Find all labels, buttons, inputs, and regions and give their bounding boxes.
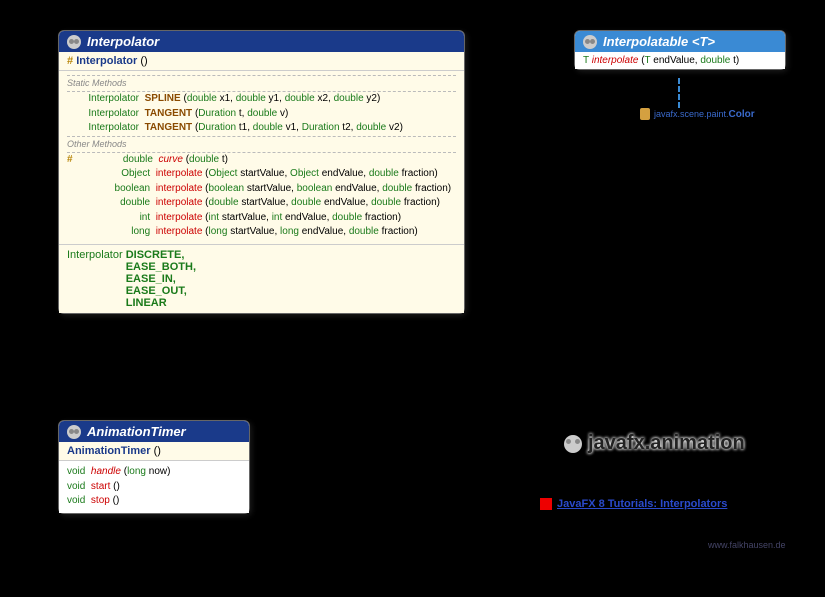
animationtimer-methods: void handle (long now)void start ()void …: [59, 461, 249, 513]
static-methods-header: Static Methods: [67, 75, 456, 92]
class-icon: [67, 35, 81, 49]
interpolator-methods: Static Methods Interpolator SPLINE (doub…: [59, 71, 464, 244]
method-row: void start (): [67, 480, 241, 495]
implements-connector: [678, 78, 680, 108]
method-row: void handle (long now): [67, 465, 241, 480]
interpolatable-header: Interpolatable <T>: [575, 31, 785, 52]
animationtimer-class-box: AnimationTimer AnimationTimer () void ha…: [58, 420, 250, 514]
static-method-row: Interpolator TANGENT (Duration t1, doubl…: [67, 121, 456, 136]
interpolator-constructor: # Interpolator (): [59, 52, 464, 71]
interpolator-header: Interpolator: [59, 31, 464, 52]
class-small-icon: [640, 108, 650, 120]
implementor-color[interactable]: javafx.scene.paint.Color: [640, 108, 755, 120]
method-row: long interpolate (long startValue, long …: [67, 225, 456, 240]
method-row: # double curve (double t): [67, 153, 456, 168]
other-methods-header: Other Methods: [67, 136, 456, 153]
interpolatable-method: T interpolate (T endValue, double t): [575, 52, 785, 69]
animationtimer-header: AnimationTimer: [59, 421, 249, 442]
field-value: DISCRETE,: [126, 249, 196, 261]
field-value: EASE_IN,: [126, 273, 196, 285]
method-row: int interpolate (int startValue, int end…: [67, 211, 456, 226]
method-row: boolean interpolate (boolean startValue,…: [67, 182, 456, 197]
interpolator-title: Interpolator: [87, 34, 159, 49]
field-value: EASE_BOTH,: [126, 261, 196, 273]
tutorial-link[interactable]: JavaFX 8 Tutorials: Interpolators: [540, 498, 727, 510]
interpolator-class-box: Interpolator # Interpolator () Static Me…: [58, 30, 465, 314]
package-icon: [564, 435, 582, 453]
method-row: double interpolate (double startValue, d…: [67, 196, 456, 211]
oracle-icon: [540, 498, 552, 510]
interpolator-fields: Interpolator DISCRETE,EASE_BOTH,EASE_IN,…: [59, 244, 464, 313]
interface-icon: [583, 35, 597, 49]
static-method-row: Interpolator TANGENT (Duration t, double…: [67, 107, 456, 122]
field-value: LINEAR: [126, 297, 196, 309]
static-method-row: Interpolator SPLINE (double x1, double y…: [67, 92, 456, 107]
class-icon: [67, 425, 81, 439]
animationtimer-constructor: AnimationTimer (): [59, 442, 249, 461]
method-row: Object interpolate (Object startValue, O…: [67, 167, 456, 182]
method-row: void stop (): [67, 494, 241, 509]
field-value: EASE_OUT,: [126, 285, 196, 297]
interpolatable-interface-box: Interpolatable <T> T interpolate (T endV…: [574, 30, 786, 70]
package-title: javafx.animation: [564, 432, 745, 455]
footer-credit[interactable]: www.falkhausen.de: [708, 540, 786, 550]
